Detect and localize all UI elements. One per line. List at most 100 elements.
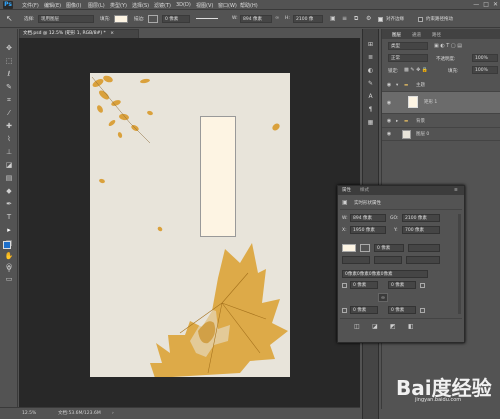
tab-properties[interactable]: 属性 [342, 186, 351, 195]
height-field[interactable]: 2100 像 [293, 15, 323, 23]
filter-icons[interactable]: ▣ ◐ T ▢ ▤ [434, 43, 462, 49]
menu-edit[interactable]: 编辑(E) [44, 2, 61, 9]
tab-paths[interactable]: 路径 [432, 32, 441, 38]
panel-menu-icon[interactable]: ≡ [454, 186, 458, 195]
stroke-align-dropdown[interactable] [342, 256, 370, 264]
tab-channels[interactable]: 通道 [412, 32, 421, 38]
eyedropper-tool-icon[interactable]: ⁄ [4, 108, 14, 118]
fill-swatch[interactable] [114, 15, 128, 23]
swatches-icon[interactable]: ▦ [366, 118, 375, 127]
zoom-level[interactable]: 12.5% [22, 408, 36, 419]
healing-brush-tool-icon[interactable]: ✚ [4, 121, 14, 131]
quick-mask-icon[interactable]: ◎ [4, 261, 14, 271]
stroke-corners-dropdown[interactable] [406, 256, 440, 264]
layer-row-layer0[interactable]: ◉ 图层 0 [382, 128, 500, 141]
history-icon[interactable]: ⊞ [366, 40, 375, 49]
close-tab-icon[interactable]: × [110, 31, 114, 36]
quick-select-tool-icon[interactable]: ✎ [4, 82, 14, 92]
layer-row-group-theme[interactable]: ◉ ▾ ▬ 主题 [382, 79, 500, 92]
visibility-eye-icon[interactable]: ◉ [385, 115, 393, 128]
expand-chevron-icon[interactable]: ▸ [396, 115, 398, 128]
corner-bl-field[interactable]: 0 像素 [350, 306, 378, 314]
corner-tr-field[interactable]: 0 像素 [388, 281, 416, 289]
blend-mode-dropdown[interactable]: 正常 [388, 54, 428, 62]
foreground-color-swatch[interactable] [3, 241, 11, 249]
corner-radius-summary[interactable]: 0像素0像素0像素0像素 [342, 270, 428, 278]
stroke-style-dropdown[interactable] [408, 244, 440, 252]
path-arrange-icon[interactable]: ⧉ [354, 15, 358, 23]
document-canvas[interactable] [90, 73, 290, 378]
width-field[interactable]: 894 像素 [350, 214, 386, 222]
path-combine-icon[interactable]: ◫ [354, 323, 360, 330]
layer-kind-filter[interactable]: 类型 [388, 42, 428, 50]
select-dropdown[interactable]: 现用图层 [38, 15, 94, 23]
panel-scrollbar[interactable] [458, 214, 461, 314]
gradient-tool-icon[interactable]: ▤ [4, 173, 14, 183]
layer-row-rectangle[interactable]: ◉ 矩形 1 [382, 92, 500, 114]
type-tool-icon[interactable]: T [4, 212, 14, 222]
visibility-eye-icon[interactable]: ◉ [385, 92, 393, 114]
maximize-button[interactable]: □ [483, 1, 489, 8]
visibility-eye-icon[interactable]: ◉ [385, 128, 393, 141]
expand-chevron-icon[interactable]: ▾ [396, 79, 398, 92]
paragraph-icon[interactable]: ¶ [366, 105, 375, 114]
settings-gear-icon[interactable]: ⚙ [366, 15, 371, 22]
document-tab[interactable]: 文档.psd @ 12.5% (矩形 1, RGB/8#) * × [19, 29, 139, 38]
layer-row-group-background[interactable]: ◉ ▸ ▬ 背景 [382, 115, 500, 128]
path-subtract-icon[interactable]: ◪ [372, 323, 378, 330]
crop-tool-icon[interactable]: ⌗ [4, 95, 14, 105]
stroke-width-field[interactable]: 0 像素 [162, 15, 190, 23]
corner-br-field[interactable]: 0 像素 [388, 306, 416, 314]
brush-tool-icon[interactable]: ⌇ [4, 134, 14, 144]
tab-layers[interactable]: 图层 [392, 32, 401, 38]
marquee-tool-icon[interactable]: ⬚ [4, 56, 14, 66]
path-exclude-icon[interactable]: ◧ [408, 323, 414, 330]
move-tool-icon[interactable]: ✥ [4, 43, 14, 53]
stroke-width-field[interactable]: 0 像素 [374, 244, 404, 252]
menu-window[interactable]: 窗口(W) [218, 2, 237, 9]
menu-filter[interactable]: 滤镜(T) [154, 2, 171, 9]
align-edges-checkbox[interactable] [378, 17, 383, 22]
tab-styles[interactable]: 样式 [360, 186, 369, 195]
screen-mode-icon[interactable]: ▭ [4, 274, 14, 284]
width-field[interactable]: 894 像素 [240, 15, 272, 23]
character-icon[interactable]: A [366, 92, 375, 101]
properties-icon[interactable]: ≣ [366, 53, 375, 62]
lock-icons[interactable]: ▩ ✎ ✥ 🔒 [404, 67, 428, 73]
menu-image[interactable]: 图像(I) [66, 2, 81, 9]
fill-field[interactable]: 100% [472, 66, 498, 74]
corner-tl-field[interactable]: 0 像素 [350, 281, 378, 289]
path-alignment-icon[interactable]: ≡ [342, 15, 347, 22]
visibility-eye-icon[interactable]: ◉ [385, 79, 393, 92]
clone-stamp-tool-icon[interactable]: ⊥ [4, 147, 14, 157]
status-arrow-icon[interactable]: › [112, 408, 114, 419]
minimize-button[interactable]: — [473, 1, 479, 8]
menu-3d[interactable]: 3D(D) [176, 2, 191, 8]
menu-type[interactable]: 类型(Y) [110, 2, 127, 9]
path-select-tool-icon[interactable]: ↖ [6, 14, 13, 23]
menu-view[interactable]: 视图(V) [196, 2, 213, 9]
stroke-caps-dropdown[interactable] [374, 256, 402, 264]
eraser-tool-icon[interactable]: ◪ [4, 160, 14, 170]
hand-tool-icon[interactable]: ✋ [4, 251, 14, 261]
opacity-field[interactable]: 100% [472, 54, 498, 62]
menu-help[interactable]: 帮助(H) [240, 2, 258, 9]
menu-layer[interactable]: 图层(L) [88, 2, 105, 9]
blur-tool-icon[interactable]: ◆ [4, 186, 14, 196]
link-corners-icon[interactable]: ∞ [378, 293, 388, 302]
close-button[interactable]: ✕ [493, 1, 498, 8]
path-operations-icon[interactable]: ▣ [330, 15, 336, 22]
path-selection-tool-icon[interactable]: ▸ [4, 225, 14, 235]
pen-tool-icon[interactable]: ✒ [4, 199, 14, 209]
adjustments-icon[interactable]: ◐ [366, 66, 375, 75]
fill-swatch[interactable] [342, 244, 356, 252]
stroke-swatch[interactable] [148, 15, 158, 23]
menu-select[interactable]: 选择(S) [132, 2, 149, 9]
y-field[interactable]: 700 像素 [402, 226, 440, 234]
lasso-tool-icon[interactable]: ℓ [4, 69, 14, 79]
x-field[interactable]: 1950 像素 [350, 226, 386, 234]
stroke-swatch[interactable] [360, 244, 370, 252]
brush-preset-icon[interactable]: ✎ [366, 79, 375, 88]
link-icon[interactable]: ∞ [275, 15, 279, 21]
height-field[interactable]: 2100 像素 [402, 214, 440, 222]
